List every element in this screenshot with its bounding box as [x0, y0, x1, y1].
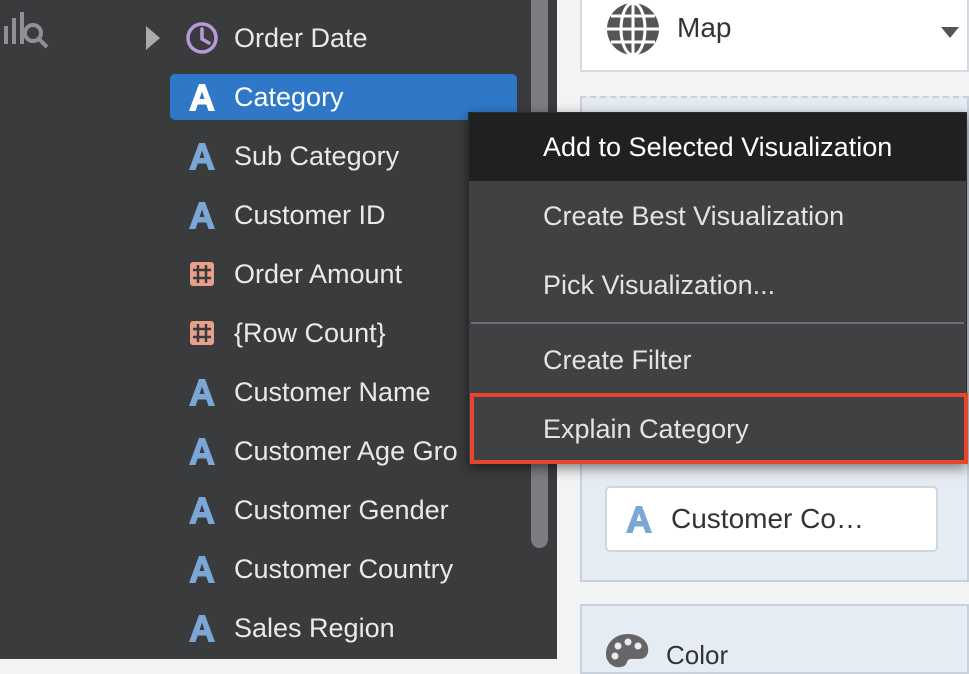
menu-item-pick-visualization[interactable]: Pick Visualization... — [469, 251, 966, 319]
color-drop-zone[interactable]: Color — [580, 604, 969, 674]
field-customer-age-group[interactable]: Customer Age Gro — [170, 428, 517, 474]
field-customer-name[interactable]: Customer Name — [170, 369, 517, 415]
menu-item-create-best-visualization[interactable]: Create Best Visualization — [469, 182, 966, 250]
text-attribute-icon — [170, 605, 234, 651]
text-attribute-icon — [170, 428, 234, 474]
highlight-annotation — [470, 393, 968, 464]
field-label: Order Amount — [234, 258, 403, 289]
field-category[interactable]: Category — [170, 74, 517, 120]
field-label: Customer ID — [234, 199, 386, 230]
palette-icon — [606, 634, 649, 668]
field-label: {Row Count} — [234, 317, 386, 348]
measure-hash-icon — [170, 251, 234, 297]
grammar-pill-customer-country[interactable]: Customer Co… — [605, 486, 938, 552]
text-attribute-icon — [170, 369, 234, 415]
field-label: Sub Category — [234, 140, 400, 171]
clock-icon — [170, 15, 234, 61]
menu-separator — [471, 322, 964, 324]
text-attribute-icon — [607, 504, 671, 534]
field-order-amount[interactable]: Order Amount — [170, 251, 517, 297]
field-row-count[interactable]: {Row Count} — [170, 310, 517, 356]
field-label: Customer Age Gro — [234, 435, 458, 466]
menu-item-create-filter[interactable]: Create Filter — [469, 326, 966, 394]
visualization-type-dropdown[interactable]: Map — [580, 0, 969, 72]
field-label: Order Date — [234, 22, 368, 53]
field-customer-id[interactable]: Customer ID — [170, 192, 517, 238]
field-label: Customer Name — [234, 376, 431, 407]
chevron-down-icon — [941, 27, 959, 38]
globe-icon — [607, 1, 659, 57]
visualization-type-label: Map — [677, 12, 732, 43]
field-sales-region[interactable]: Sales Region — [170, 605, 517, 651]
measure-hash-icon — [170, 310, 234, 356]
text-attribute-icon — [170, 192, 234, 238]
text-attribute-icon — [170, 487, 234, 533]
field-order-date[interactable]: Order Date — [170, 15, 517, 61]
field-customer-gender[interactable]: Customer Gender — [170, 487, 517, 533]
pill-label: Customer Co… — [671, 503, 864, 534]
field-label: Sales Region — [234, 612, 395, 643]
field-sub-category[interactable]: Sub Category — [170, 133, 517, 179]
field-label: Category — [234, 81, 344, 112]
text-attribute-icon — [170, 74, 234, 120]
menu-item-add-to-selected-visualization[interactable]: Add to Selected Visualization — [469, 113, 966, 181]
field-label: Customer Country — [234, 553, 454, 584]
field-customer-country[interactable]: Customer Country — [170, 546, 517, 592]
field-list: Order Date Category Sub Category Custome… — [0, 0, 528, 659]
color-section-label: Color — [666, 640, 729, 670]
field-label: Customer Gender — [234, 494, 449, 525]
text-attribute-icon — [170, 546, 234, 592]
text-attribute-icon — [170, 133, 234, 179]
